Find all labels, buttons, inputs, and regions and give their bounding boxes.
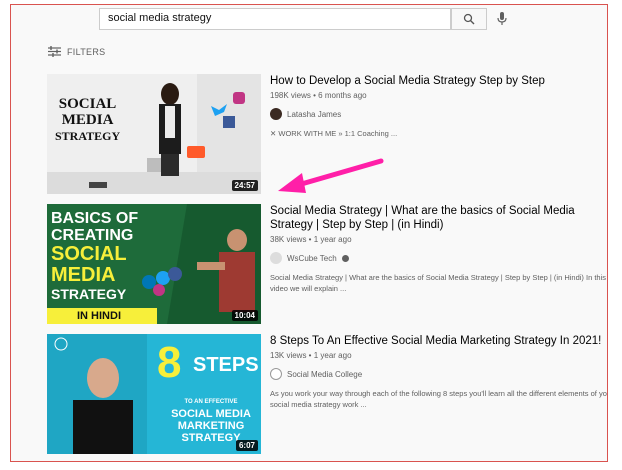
thumb-line: STRATEGY <box>55 129 121 143</box>
video-duration: 24:57 <box>231 180 258 191</box>
thumb-line: CREATING <box>51 227 134 244</box>
video-thumbnail[interactable]: SOCIAL MEDIA STRATEGY 24:57 <box>47 74 261 194</box>
thumb-line: SOCIAL <box>51 243 127 265</box>
thumbnail-language-badge: IN HINDI <box>77 310 121 322</box>
thumbnail-steps-word: STEPS <box>193 354 259 376</box>
video-thumbnail[interactable]: BASICS OF CREATING SOCIAL MEDIA STRATEGY… <box>47 204 261 324</box>
youtube-search-window: social media strategy FILTERS SOCIAL MED… <box>10 4 608 462</box>
video-title[interactable]: Social Media Strategy | What are the bas… <box>270 204 607 232</box>
thumb-line: SOCIAL <box>58 96 117 112</box>
video-result[interactable]: BASICS OF CREATING SOCIAL MEDIA STRATEGY… <box>47 204 607 326</box>
video-result[interactable]: 8 STEPS TO AN EFFECTIVE SOCIAL MEDIA MAR… <box>47 334 607 456</box>
video-info: 8 Steps To An Effective Social Media Mar… <box>270 334 608 410</box>
search-icon <box>463 13 475 25</box>
video-description: As you work your way through each of the… <box>270 389 608 409</box>
channel-link[interactable]: Social Media College <box>270 368 607 380</box>
thumbnail-caption: TO AN EFFECTIVE SOCIAL MEDIA MARKETING S… <box>163 396 259 444</box>
video-duration: 10:04 <box>231 310 258 321</box>
channel-avatar[interactable] <box>270 108 282 120</box>
thumbnail-title-text: BASICS OF CREATING SOCIAL MEDIA STRATEGY <box>51 210 138 303</box>
thumb-line: STRATEGY <box>51 286 127 302</box>
channel-link[interactable]: WsCube Tech <box>270 252 607 264</box>
search-query: social media strategy <box>108 12 212 24</box>
video-meta: 13K views • 1 year ago <box>270 351 352 360</box>
thumbnail-title-text: SOCIAL MEDIA STRATEGY <box>55 96 120 144</box>
search-button[interactable] <box>451 8 487 30</box>
voice-search-button[interactable] <box>491 8 513 30</box>
thumb-line: MARKETING <box>177 420 245 432</box>
channel-name: Latasha James <box>287 109 342 119</box>
video-description: ✕ WORK WITH ME » 1:1 Coaching ... <box>270 129 398 138</box>
search-input[interactable]: social media strategy <box>99 8 451 30</box>
video-title[interactable]: How to Develop a Social Media Strategy S… <box>270 74 607 88</box>
verified-icon <box>341 254 349 262</box>
thumb-line: BASICS OF <box>51 210 139 227</box>
channel-avatar[interactable] <box>270 252 282 264</box>
thumb-line: MEDIA <box>51 264 116 286</box>
thumb-line: TO AN EFFECTIVE <box>184 399 238 405</box>
channel-link[interactable]: Latasha James <box>270 108 607 120</box>
video-duration: 6:07 <box>235 440 258 451</box>
video-thumbnail[interactable]: 8 STEPS TO AN EFFECTIVE SOCIAL MEDIA MAR… <box>47 334 261 454</box>
channel-name: Social Media College <box>287 369 363 379</box>
video-meta: 38K views • 1 year ago <box>270 235 352 244</box>
microphone-icon <box>497 12 507 25</box>
channel-avatar[interactable] <box>270 368 282 380</box>
thumbnail-number: 8 <box>157 338 182 387</box>
filters-label: FILTERS <box>67 46 106 57</box>
annotation-arrow-icon <box>278 158 384 193</box>
thumb-line: SOCIAL MEDIA <box>171 408 251 420</box>
filter-sliders-icon <box>48 46 61 57</box>
video-info: Social Media Strategy | What are the bas… <box>270 204 607 294</box>
video-title[interactable]: 8 Steps To An Effective Social Media Mar… <box>270 334 607 348</box>
thumb-line: MEDIA <box>61 112 114 128</box>
video-info: How to Develop a Social Media Strategy S… <box>270 74 607 139</box>
video-meta: 198K views • 6 months ago <box>270 91 367 100</box>
channel-name: WsCube Tech <box>287 253 337 263</box>
filters-button[interactable]: FILTERS <box>48 46 105 57</box>
video-description: Social Media Strategy | What are the bas… <box>270 273 607 293</box>
